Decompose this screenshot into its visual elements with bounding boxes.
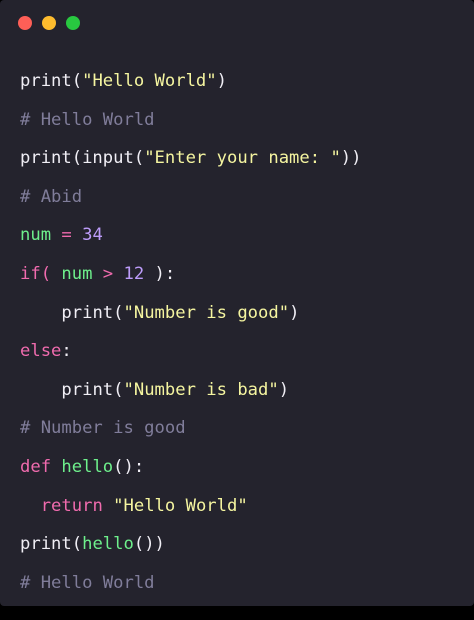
plain-token: ) xyxy=(278,379,290,400)
code-line: print(input("Enter your name: ")) xyxy=(20,139,362,178)
code-line: print(hello()) xyxy=(20,525,362,564)
plain-token: ): xyxy=(144,263,176,284)
function-token: hello xyxy=(61,456,114,477)
keyword-token: if( xyxy=(20,263,52,284)
code-line: print("Hello World") xyxy=(20,62,362,101)
variable-token: num xyxy=(20,225,52,246)
string-token: "Number is good" xyxy=(123,302,290,323)
plain-token: ) xyxy=(289,302,300,323)
code-line: else: xyxy=(20,332,362,371)
keyword-token: else xyxy=(20,341,62,362)
code-line: # Hello World xyxy=(20,564,362,603)
keyword-token: return xyxy=(40,495,103,516)
comment-token: # Hello World xyxy=(20,572,155,593)
code-window: print("Hello World") # Hello World print(i… xyxy=(0,0,474,606)
code-block: print("Hello World") # Hello World print(i… xyxy=(20,62,362,602)
minimize-button[interactable] xyxy=(42,16,56,30)
plain-token: print( xyxy=(61,379,124,400)
code-line: def hello(): xyxy=(20,448,362,487)
plain-token: print( xyxy=(20,534,83,555)
code-line: return "Hello World" xyxy=(20,487,362,526)
code-line: if( num > 12 ): xyxy=(20,255,362,294)
window-controls xyxy=(18,16,80,30)
code-line: # Abid xyxy=(20,178,362,217)
code-line: print("Number is good") xyxy=(20,294,362,333)
plain-token: print( xyxy=(61,302,124,323)
code-line: print("Number is bad") xyxy=(20,371,362,410)
string-token: "Enter your name: " xyxy=(144,148,341,169)
operator-token: = xyxy=(51,225,83,246)
comment-token: # Number is good xyxy=(20,418,186,439)
plain-token: (): xyxy=(113,456,145,477)
number-token: 12 xyxy=(123,263,145,284)
function-token: hello xyxy=(82,534,134,555)
comment-token: # Abid xyxy=(20,186,83,207)
operator-token: > xyxy=(92,263,124,284)
plain-token: )) xyxy=(340,148,362,169)
comment-token: # Hello World xyxy=(20,109,155,130)
number-token: 34 xyxy=(82,225,103,246)
plain-token: ) xyxy=(216,71,227,91)
string-token: "Hello World" xyxy=(113,495,248,516)
string-token: "Number is bad" xyxy=(123,379,279,400)
keyword-token: def xyxy=(20,456,52,477)
plain-token: print(input( xyxy=(20,148,145,169)
plain-token: : xyxy=(61,341,72,362)
code-line: # Hello World xyxy=(20,101,362,140)
plain-token: print( xyxy=(20,71,83,91)
code-line: num = 34 xyxy=(20,216,362,255)
variable-token: num xyxy=(61,263,93,284)
close-button[interactable] xyxy=(18,16,32,30)
string-token: "Hello World" xyxy=(82,71,217,91)
code-line: # Number is good xyxy=(20,409,362,448)
zoom-button[interactable] xyxy=(66,16,80,30)
plain-token: ()) xyxy=(133,534,165,555)
